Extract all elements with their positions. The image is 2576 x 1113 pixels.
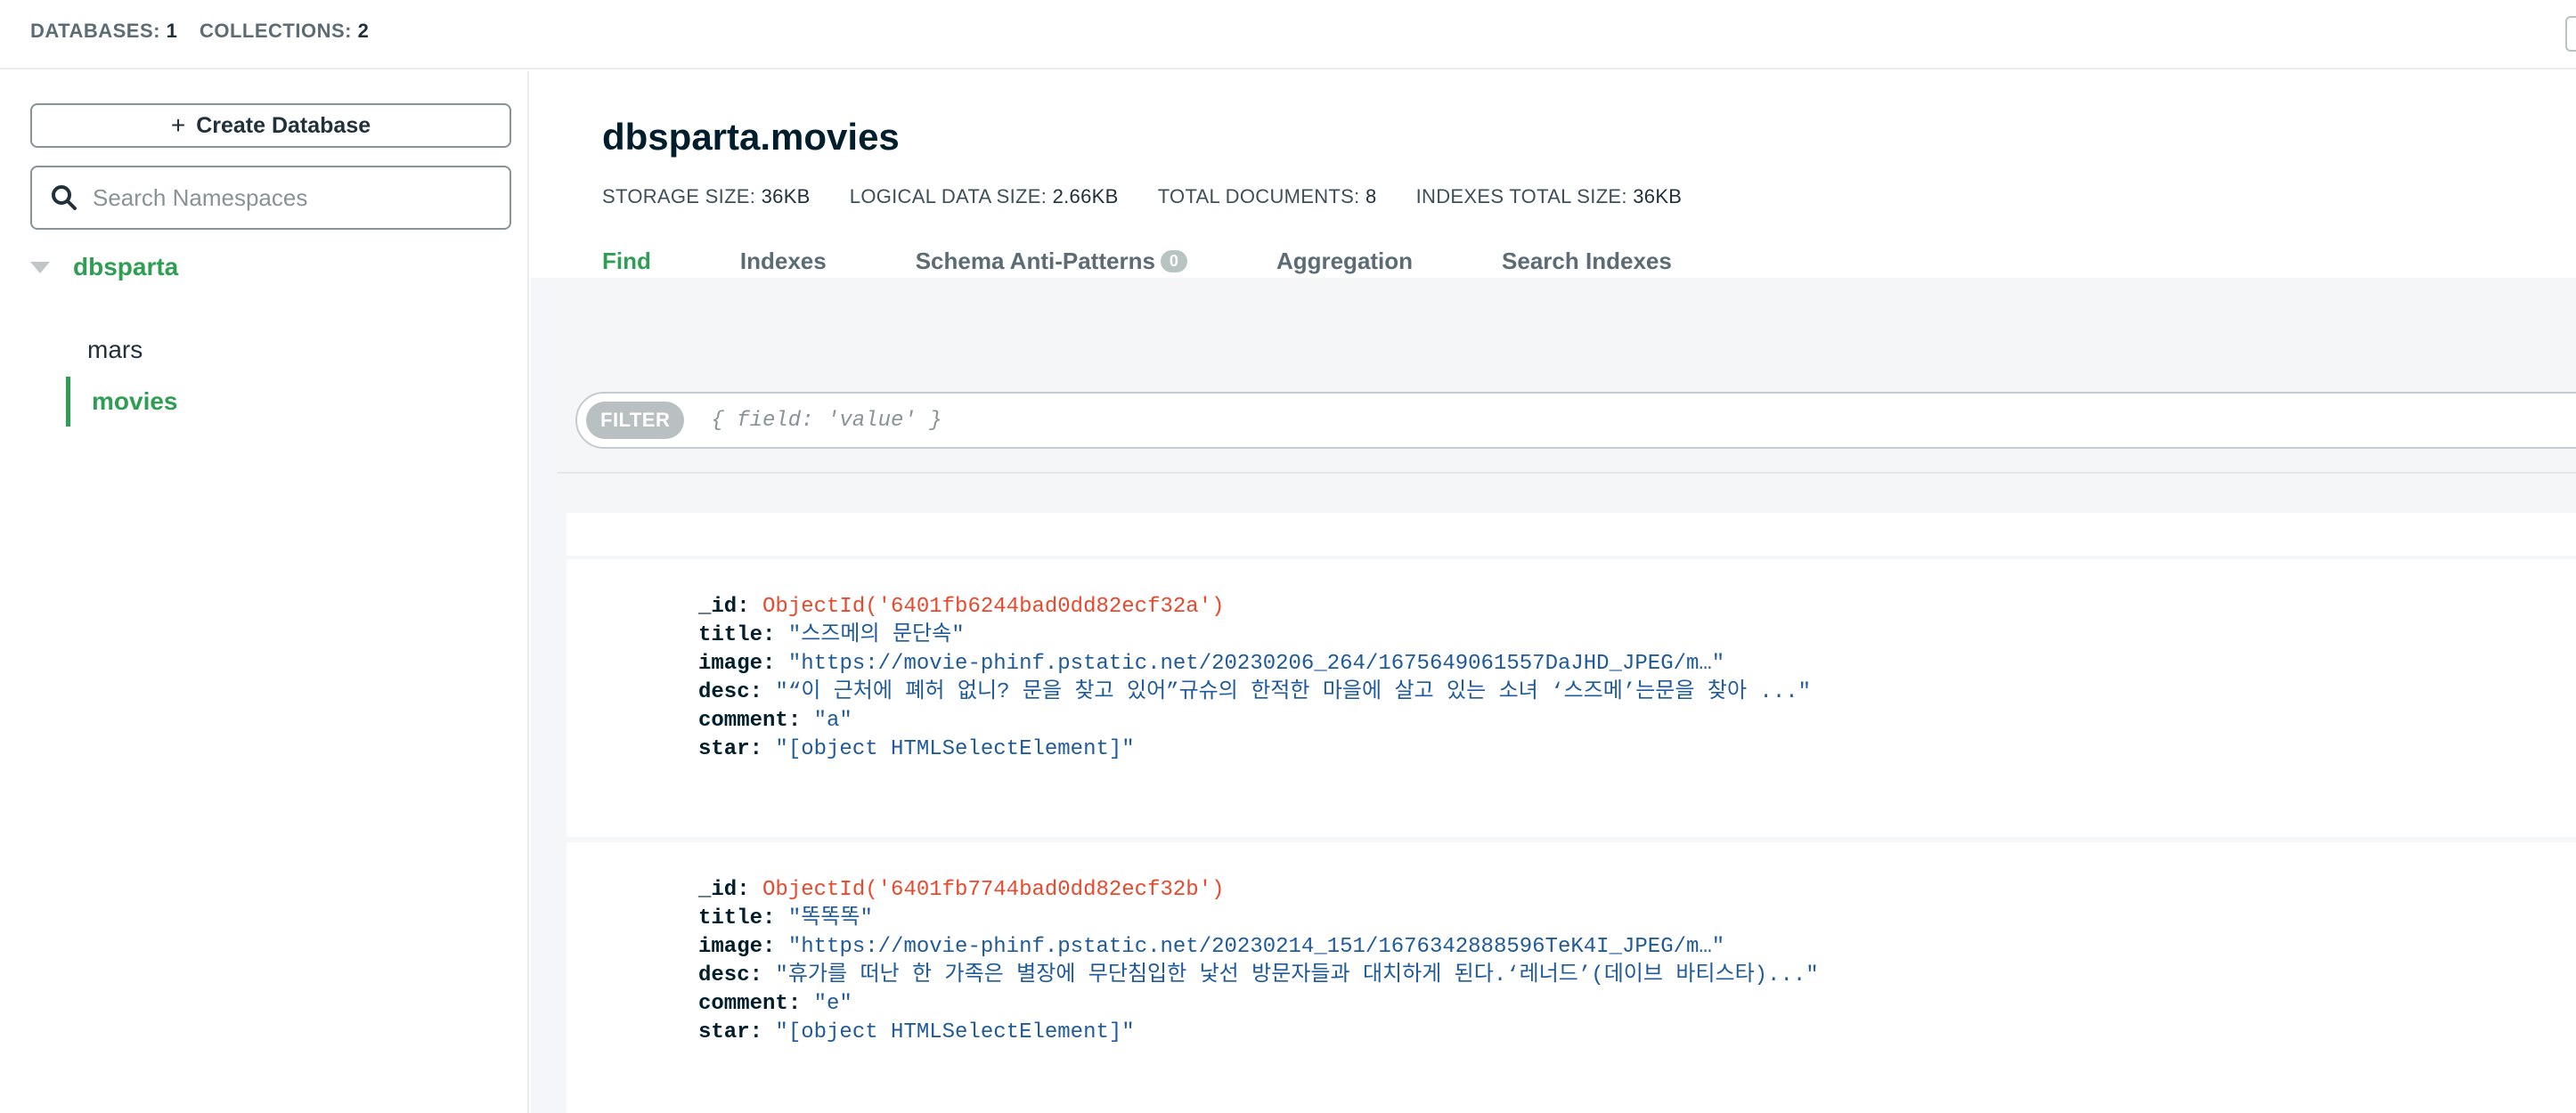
caret-down-icon[interactable] — [30, 261, 50, 273]
field-key: image: — [698, 935, 776, 959]
field-key: star: — [698, 737, 763, 761]
search-icon — [50, 183, 78, 212]
tab-label: Schema Anti-Patterns — [915, 247, 1155, 274]
sidebar-item-mars[interactable]: mars — [87, 329, 143, 370]
results-toolbar — [567, 513, 2576, 556]
logical-size-label: LOGICAL DATA SIZE: — [849, 185, 1048, 207]
collection-tabs: Find Indexes Schema Anti-Patterns 0 Aggre… — [602, 239, 1761, 283]
tab-schema-anti-patterns[interactable]: Schema Anti-Patterns 0 — [916, 239, 1187, 283]
topbar-edge-button[interactable] — [2565, 16, 2576, 52]
document-card[interactable]: _id: ObjectId('6401fb6244bad0dd82ecf32a'… — [567, 559, 2576, 837]
tab-indexes[interactable]: Indexes — [740, 239, 827, 283]
field-key: title: — [698, 906, 776, 930]
databases-label: DATABASES: — [30, 20, 160, 42]
document-fields: _id: ObjectId('6401fb6244bad0dd82ecf32a'… — [698, 593, 1811, 764]
tab-label: Search Indexes — [1502, 247, 1672, 274]
field-key: desc: — [698, 680, 763, 704]
tab-label: Find — [602, 247, 651, 274]
collection-label: mars — [87, 336, 143, 363]
field-value: "https://movie-phinf.pstatic.net/2023021… — [787, 935, 1725, 959]
create-database-label: Create Database — [196, 112, 371, 138]
field-key: star: — [698, 1020, 763, 1044]
field-key: _id: — [698, 595, 750, 619]
field-key: comment: — [698, 992, 802, 1016]
field-value: "스즈메의 문단속" — [787, 623, 965, 647]
databases-count: 1 — [166, 20, 178, 42]
instance-stats: DATABASES: 1 COLLECTIONS: 2 — [30, 20, 385, 43]
field-value: "“이 근처에 폐허 없니? 문을 찾고 있어”규슈의 한적한 마을에 살고 있… — [775, 680, 1812, 704]
document-card[interactable]: _id: ObjectId('6401fb7744bad0dd82ecf32b'… — [567, 842, 2576, 1113]
tab-search-indexes[interactable]: Search Indexes — [1502, 239, 1672, 283]
field-value: "[object HTMLSelectElement]" — [775, 1020, 1135, 1044]
database-name[interactable]: dbsparta — [73, 253, 178, 281]
tab-label: Aggregation — [1276, 247, 1414, 274]
top-status-bar: DATABASES: 1 COLLECTIONS: 2 — [0, 0, 2576, 69]
tab-aggregation[interactable]: Aggregation — [1276, 239, 1413, 283]
field-value: "https://movie-phinf.pstatic.net/2023020… — [787, 652, 1725, 676]
collection-view: dbsparta.movies STORAGE SIZE: 36KB LOGIC… — [531, 71, 2576, 1113]
filter-bar[interactable]: FILTER { field: 'value' } — [575, 392, 2576, 449]
sidebar-database-dbsparta[interactable]: dbsparta — [30, 249, 178, 285]
document-fields: _id: ObjectId('6401fb7744bad0dd82ecf32b'… — [698, 876, 1819, 1047]
field-key: _id: — [698, 878, 750, 902]
field-value: ObjectId('6401fb7744bad0dd82ecf32b') — [762, 878, 1225, 902]
field-key: image: — [698, 652, 776, 676]
field-key: title: — [698, 623, 776, 647]
create-database-button[interactable]: + Create Database — [30, 103, 511, 148]
search-namespaces-input[interactable] — [93, 183, 485, 212]
field-value: "[object HTMLSelectElement]" — [775, 737, 1135, 761]
filter-label: FILTER — [586, 402, 685, 439]
active-indicator — [66, 377, 70, 427]
filter-input[interactable]: { field: 'value' } — [711, 409, 942, 433]
logical-size-value: 2.66KB — [1052, 185, 1119, 207]
field-key: desc: — [698, 963, 763, 987]
tab-find[interactable]: Find — [602, 239, 651, 283]
total-documents-value: 8 — [1365, 185, 1377, 207]
plus-icon: + — [170, 111, 186, 139]
tab-label: Indexes — [739, 247, 827, 274]
storage-size-value: 36KB — [761, 185, 811, 207]
collections-count: 2 — [357, 20, 370, 42]
total-documents-label: TOTAL DOCUMENTS: — [1157, 185, 1360, 207]
count-badge: 0 — [1160, 249, 1187, 272]
collection-stats: STORAGE SIZE: 36KB LOGICAL DATA SIZE: 2.… — [602, 185, 1716, 208]
field-value: "e" — [813, 992, 852, 1016]
sidebar-item-movies[interactable]: movies — [66, 377, 178, 427]
collection-label: movies — [92, 387, 178, 415]
collections-label: COLLECTIONS: — [199, 20, 352, 42]
indexes-size-value: 36KB — [1633, 185, 1683, 207]
storage-size-label: STORAGE SIZE: — [602, 185, 756, 207]
search-namespaces-field[interactable] — [30, 166, 511, 230]
field-value: "a" — [813, 709, 852, 733]
namespace-title: dbsparta.movies — [602, 116, 900, 158]
field-value: ObjectId('6401fb6244bad0dd82ecf32a') — [762, 595, 1225, 619]
field-value: "휴가를 떠난 한 가족은 별장에 무단침입한 낯선 방문자들과 대치하게 된다… — [775, 963, 1819, 987]
indexes-size-label: INDEXES TOTAL SIZE: — [1415, 185, 1627, 207]
field-key: comment: — [698, 709, 802, 733]
divider — [558, 472, 2576, 474]
field-value: "똑똑똑" — [787, 906, 873, 930]
sidebar: + Create Database dbsparta mars movies — [0, 71, 529, 1113]
